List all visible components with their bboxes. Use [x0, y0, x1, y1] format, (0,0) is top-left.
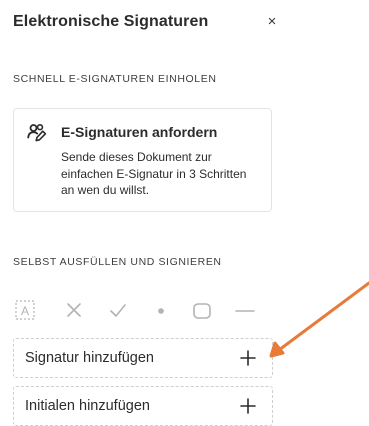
- e-signatures-panel: Elektronische Signaturen × SCHNELL E-SIG…: [0, 0, 290, 426]
- request-signatures-card[interactable]: E-Signaturen anfordern Sende dieses Doku…: [13, 108, 272, 212]
- section-heading-request: SCHNELL E-SIGNATUREN EINHOLEN: [13, 73, 217, 85]
- dot-icon[interactable]: [149, 298, 173, 322]
- line-icon[interactable]: [233, 298, 257, 322]
- add-initials-label: Initialen hinzufügen: [25, 398, 150, 414]
- check-mark-icon[interactable]: [106, 298, 130, 322]
- card-description: Sende dieses Dokument zur einfachen E-Si…: [61, 150, 247, 197]
- text-field-icon[interactable]: A: [13, 298, 37, 322]
- section-heading-fill-sign: SELBST AUSFÜLLEN UND SIGNIEREN: [13, 256, 222, 268]
- svg-text:A: A: [21, 304, 29, 318]
- request-signatures-icon: [27, 123, 47, 142]
- panel-title: Elektronische Signaturen: [13, 13, 209, 30]
- plus-icon: [240, 398, 256, 414]
- card-title: E-Signaturen anfordern: [61, 124, 218, 140]
- cross-mark-icon[interactable]: [62, 298, 86, 322]
- add-signature-label: Signatur hinzufügen: [25, 350, 154, 366]
- rounded-rectangle-icon[interactable]: [190, 298, 214, 322]
- add-initials-button[interactable]: Initialen hinzufügen: [13, 386, 273, 426]
- close-icon[interactable]: ×: [262, 12, 282, 32]
- fill-sign-toolbar: A: [13, 298, 273, 322]
- add-signature-button[interactable]: Signatur hinzufügen: [13, 338, 273, 378]
- plus-icon: [240, 350, 256, 366]
